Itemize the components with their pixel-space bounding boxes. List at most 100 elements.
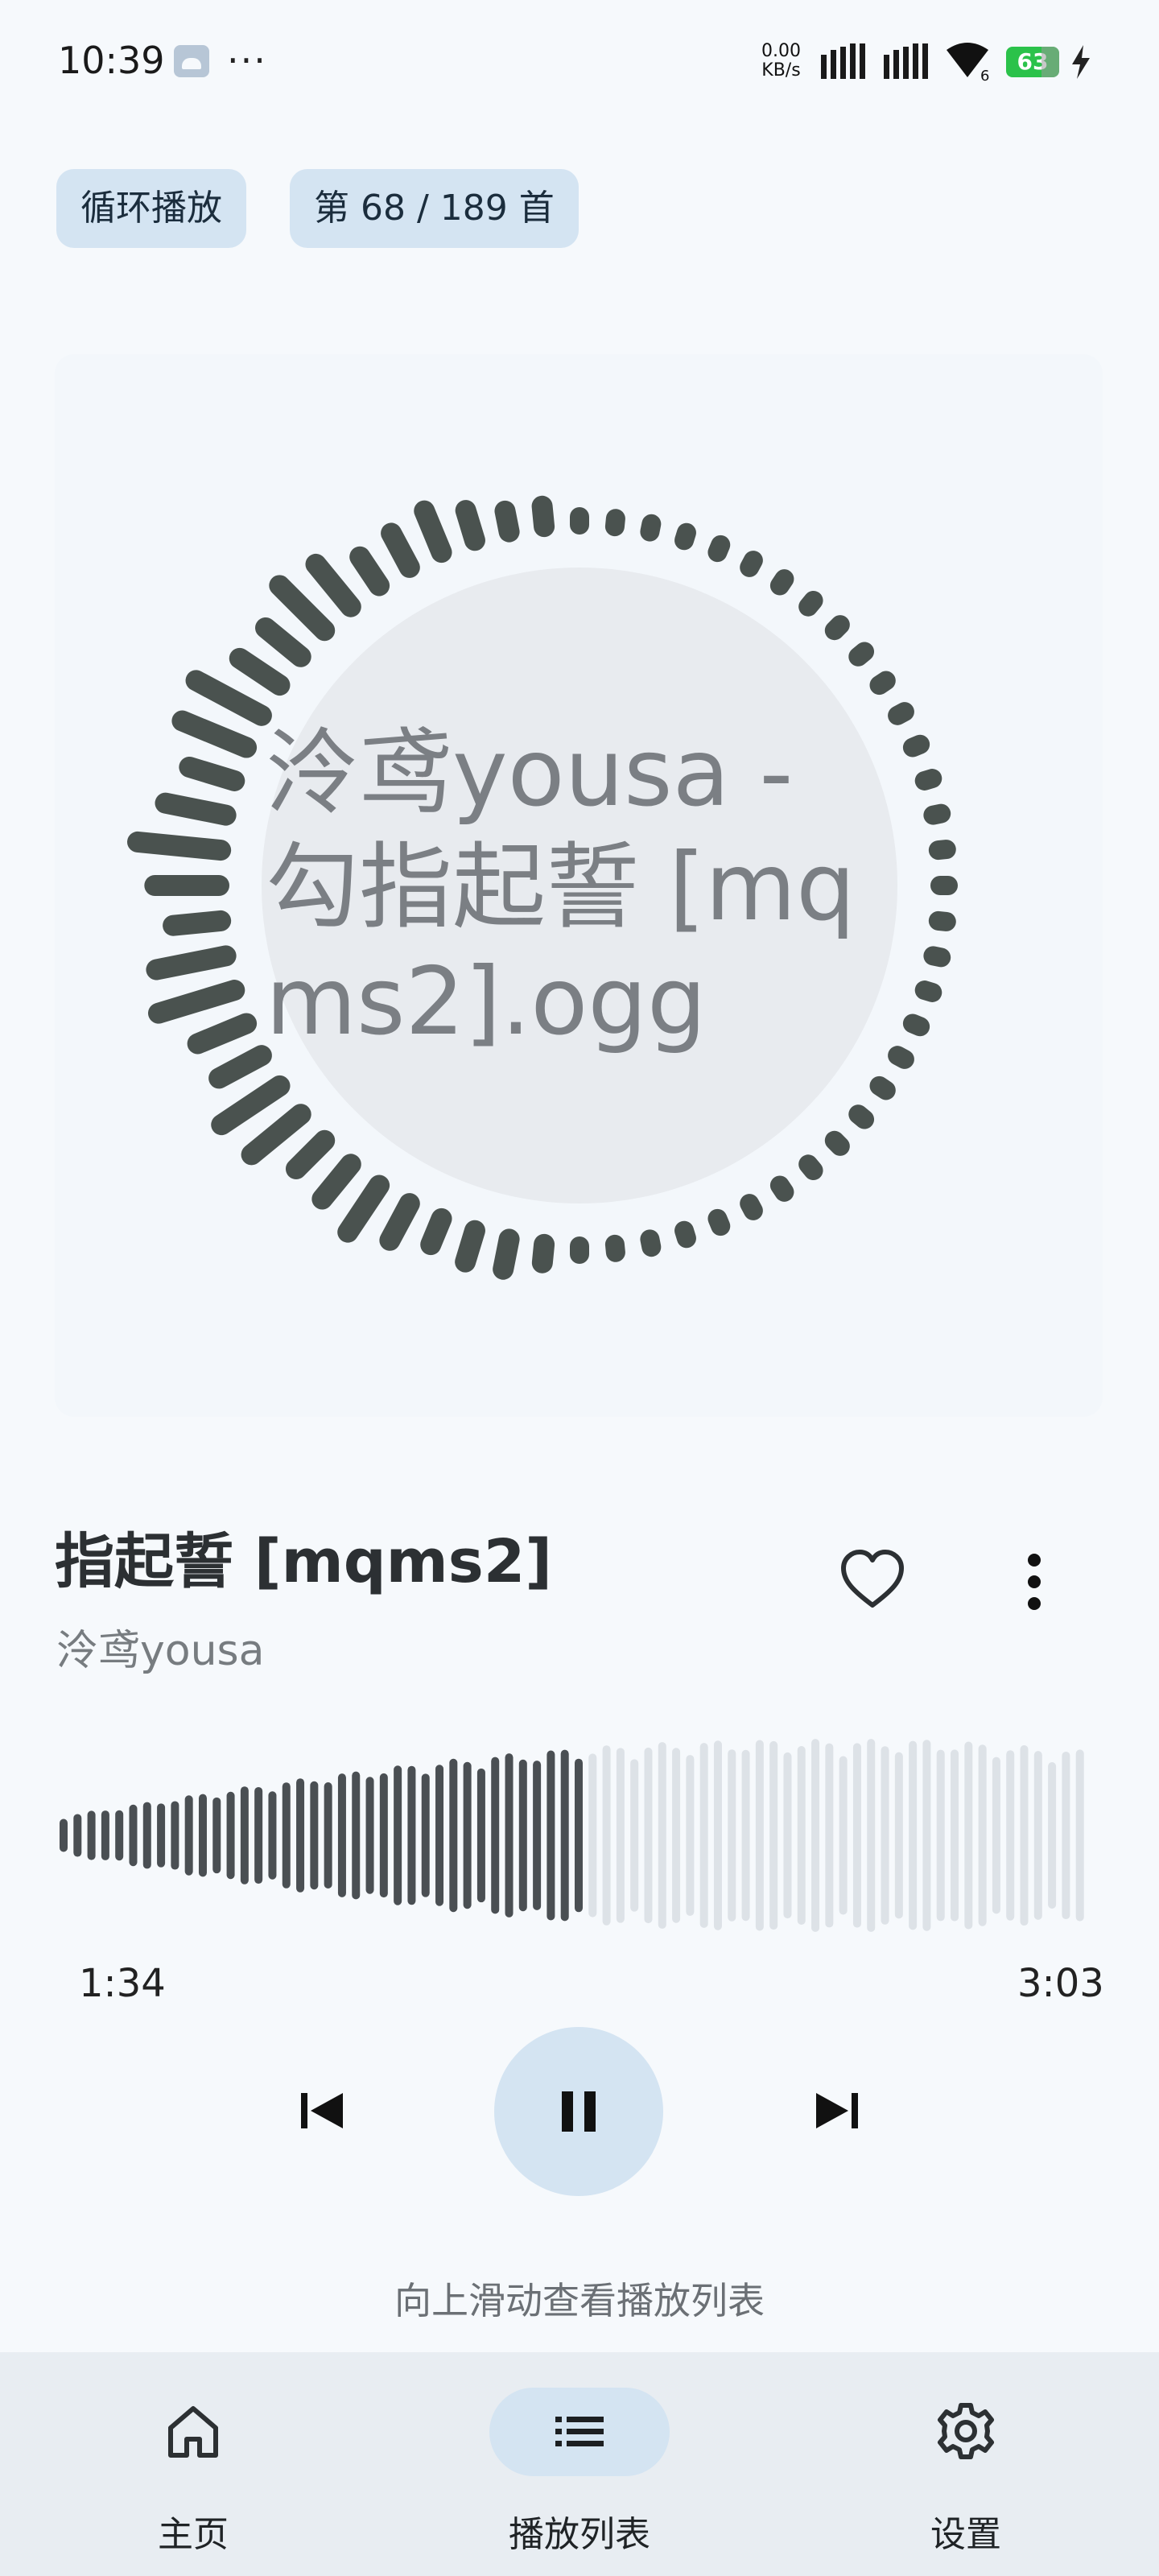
waveform-bar bbox=[379, 1773, 388, 1898]
waveform-bar bbox=[630, 1759, 639, 1912]
waveform-bar bbox=[811, 1739, 820, 1932]
track-title: 指起誓 [mqms2].ogg bbox=[55, 1527, 554, 1596]
nav-item-home[interactable]: 主页 bbox=[0, 2352, 386, 2576]
waveform-bar bbox=[867, 1739, 876, 1932]
album-art-title: 泠鸢yousa - 勾指起誓 [mqms2].ogg bbox=[266, 719, 856, 1056]
waveform-bar bbox=[713, 1740, 722, 1930]
waveform-bar bbox=[449, 1758, 458, 1913]
list-icon bbox=[555, 2417, 604, 2446]
previous-button[interactable] bbox=[290, 2079, 354, 2143]
waveform-bar bbox=[268, 1791, 277, 1880]
pause-button[interactable] bbox=[494, 2027, 663, 2196]
waveform-bar bbox=[1048, 1761, 1057, 1909]
waveform-bar bbox=[728, 1749, 736, 1922]
waveform-bar bbox=[686, 1755, 695, 1916]
more-vert-icon bbox=[1028, 1554, 1041, 1610]
waveform-bar bbox=[518, 1759, 527, 1912]
nav-label-settings: 设置 bbox=[930, 2514, 1001, 2555]
swipe-up-hint: 向上滑动查看播放列表 bbox=[394, 2279, 765, 2322]
waveform-bar bbox=[560, 1749, 569, 1922]
wifi-icon: 6 bbox=[947, 43, 989, 82]
waveform-seekbar[interactable] bbox=[56, 1715, 1087, 1956]
waveform-bar bbox=[394, 1765, 402, 1905]
waveform-bar bbox=[797, 1746, 806, 1925]
charging-icon bbox=[1072, 45, 1090, 79]
waveform-bar bbox=[463, 1761, 472, 1909]
waveform-bar bbox=[310, 1781, 319, 1890]
network-speed-unit: KB/s bbox=[761, 60, 801, 80]
waveform-bar bbox=[644, 1747, 653, 1924]
waveform-bar bbox=[1006, 1750, 1015, 1921]
waveform-bar bbox=[505, 1753, 514, 1918]
waveform-bar bbox=[588, 1753, 597, 1918]
skip-previous-icon bbox=[301, 2093, 343, 2128]
waveform-bar bbox=[575, 1758, 583, 1913]
waveform-bar bbox=[755, 1740, 764, 1931]
waveform-bar bbox=[129, 1804, 138, 1867]
home-icon bbox=[168, 2406, 218, 2458]
waveform-bar bbox=[142, 1802, 151, 1869]
network-speed-value: 0.00 bbox=[761, 41, 801, 61]
waveform-bar bbox=[894, 1752, 903, 1919]
waveform-bar bbox=[282, 1782, 291, 1889]
waveform-bar bbox=[839, 1756, 848, 1915]
waveform-bar bbox=[547, 1750, 555, 1921]
waveform-bar bbox=[741, 1749, 750, 1922]
waveform-bar bbox=[157, 1803, 166, 1868]
waveform-bar bbox=[73, 1814, 82, 1857]
waveform-bar bbox=[407, 1765, 416, 1905]
waveform-bar bbox=[101, 1810, 109, 1860]
waveform-bar bbox=[699, 1743, 708, 1928]
waveform-bar bbox=[881, 1746, 889, 1925]
waveform-bar bbox=[60, 1818, 68, 1852]
waveform-bar bbox=[951, 1749, 959, 1922]
waveform-bar bbox=[909, 1740, 918, 1930]
waveform-bar bbox=[936, 1749, 945, 1922]
waveform-bar bbox=[365, 1777, 374, 1894]
heart-icon bbox=[841, 1550, 904, 1608]
gear-icon bbox=[938, 2403, 994, 2459]
like-button[interactable] bbox=[837, 1546, 908, 1616]
waveform-bar bbox=[296, 1778, 305, 1893]
battery-cap bbox=[1041, 47, 1059, 77]
waveform-bar bbox=[115, 1810, 124, 1861]
nav-item-playlist[interactable]: 播放列表 bbox=[386, 2352, 773, 2576]
waveform-bar bbox=[964, 1741, 973, 1930]
waveform-bar bbox=[1062, 1751, 1070, 1920]
next-button[interactable] bbox=[805, 2079, 869, 2143]
waveform-bar bbox=[922, 1740, 931, 1931]
waveform-bar bbox=[852, 1743, 861, 1928]
waveform-bar bbox=[783, 1752, 792, 1919]
more-notifications-icon: ··· bbox=[227, 39, 267, 82]
bottom-navigation: 主页 播放列表 设置 bbox=[0, 2352, 1159, 2576]
waveform-bar bbox=[324, 1782, 332, 1889]
waveform-bar bbox=[337, 1773, 346, 1897]
waveform-bar bbox=[1033, 1751, 1042, 1920]
skip-next-icon bbox=[816, 2093, 858, 2128]
waveform-bar bbox=[171, 1801, 179, 1870]
waveform-bar bbox=[87, 1810, 96, 1860]
waveform-bar bbox=[769, 1740, 778, 1930]
nav-item-settings[interactable]: 设置 bbox=[773, 2352, 1159, 2576]
waveform-bar bbox=[254, 1786, 263, 1885]
repeat-mode-chip[interactable]: 循环播放 bbox=[56, 169, 246, 248]
total-time: 3:03 bbox=[1017, 1961, 1104, 2006]
waveform-bar bbox=[198, 1794, 207, 1877]
waveform-bar bbox=[240, 1786, 249, 1885]
waveform-bar bbox=[978, 1744, 987, 1926]
waveform-bar bbox=[533, 1761, 542, 1910]
more-options-button[interactable] bbox=[998, 1546, 1070, 1618]
android-notification-icon bbox=[174, 45, 209, 77]
waveform-bar bbox=[212, 1797, 221, 1874]
network-speed: 0.00 KB/s bbox=[761, 42, 801, 80]
track-index-chip: 第 68 / 189 首 bbox=[290, 169, 579, 248]
nav-label-playlist: 播放列表 bbox=[509, 2514, 650, 2555]
waveform-bar bbox=[435, 1765, 444, 1906]
waveform-bar bbox=[421, 1773, 430, 1897]
cellular-signal-icon bbox=[821, 43, 928, 79]
waveform-bar bbox=[184, 1795, 193, 1876]
status-time: 10:39 bbox=[58, 39, 165, 82]
elapsed-time: 1:34 bbox=[79, 1961, 166, 2006]
nav-label-home: 主页 bbox=[158, 2514, 229, 2555]
waveform-bar bbox=[476, 1768, 485, 1903]
